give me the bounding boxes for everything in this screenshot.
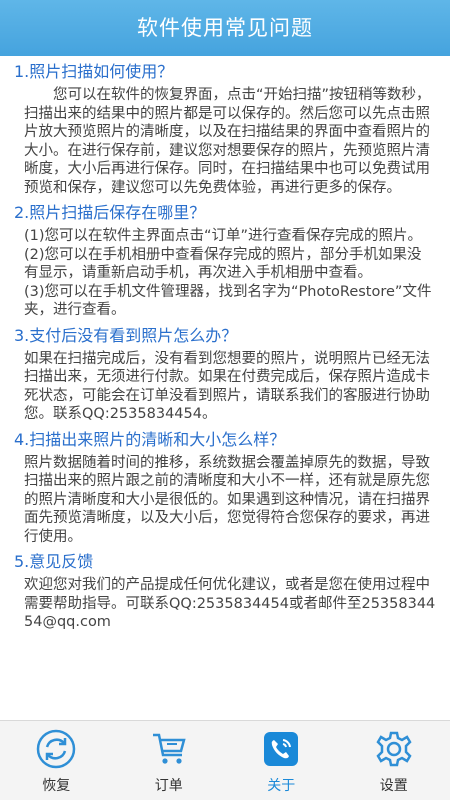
faq-question: 2.照片扫描后保存在哪里？	[14, 203, 206, 222]
phone-icon	[259, 729, 303, 769]
faq-content[interactable]: 1.照片扫描如何使用？ 您可以在软件的恢复界面，点击“开始扫描”按钮稍等数秒，扫…	[0, 56, 450, 720]
cart-icon	[147, 729, 191, 769]
tab-label: 关于	[267, 778, 296, 794]
faq-question: 4.扫描出来照片的清晰和大小怎么样？	[14, 429, 286, 449]
faq-answer: 您可以在软件的恢复界面，点击“开始扫描”按钮稍等数秒，扫描出来的结果中的照片都是…	[24, 86, 436, 197]
answer-paragraph: 您可以在软件的恢复界面，点击“开始扫描”按钮稍等数秒，扫描出来的结果中的照片都是…	[24, 87, 431, 196]
refresh-icon	[34, 729, 78, 769]
tab-label: 设置	[379, 778, 408, 794]
tab-about[interactable]: 关于	[225, 721, 338, 800]
tab-label: 订单	[154, 778, 183, 794]
faq-item-5: 5.意见反馈 欢迎您对我们的产品提成任何优化建议，或者是您在使用过程中需要帮助指…	[14, 552, 436, 632]
faq-answer: 如果在扫描完成后，没有看到您想要的照片，说明照片已经无法扫描出来，无须进行付款。…	[24, 350, 436, 424]
faq-answer: 欢迎您对我们的产品提成任何优化建议，或者是您在使用过程中需要帮助指导。可联系QQ…	[24, 576, 436, 632]
page-title: 软件使用常见问题	[137, 16, 313, 40]
tab-label: 恢复	[42, 778, 71, 794]
answer-paragraph: (2)您可以在手机相册中查看保存完成的照片，部分手机如果没有显示，请重新启动手机…	[24, 246, 422, 282]
answer-paragraph: (3)您可以在手机文件管理器，找到名字为“PhotoRestore”文件夹，进行…	[24, 283, 432, 319]
answer-paragraph: (1)您可以在软件主界面点击“订单”进行查看保存完成的照片。	[24, 228, 423, 244]
faq-question: 3.支付后没有看到照片怎么办？	[14, 325, 238, 345]
answer-paragraph: 照片数据随着时间的推移，系统数据会覆盖掉原先的数据，导致扫描出来的照片跟之前的清…	[24, 454, 430, 545]
faq-item-2: 2.照片扫描后保存在哪里？ (1)您可以在软件主界面点击“订单”进行查看保存完成…	[14, 203, 436, 320]
gear-icon	[372, 729, 416, 769]
faq-item-1: 1.照片扫描如何使用？ 您可以在软件的恢复界面，点击“开始扫描”按钮稍等数秒，扫…	[14, 62, 436, 197]
tab-settings[interactable]: 设置	[338, 721, 450, 800]
bottom-tab-bar: 恢复 订单 关于 设置	[0, 720, 450, 800]
faq-item-4: 4.扫描出来照片的清晰和大小怎么样？ 照片数据随着时间的推移，系统数据会覆盖掉原…	[14, 430, 436, 547]
tab-recover[interactable]: 恢复	[0, 721, 113, 800]
faq-answer: (1)您可以在软件主界面点击“订单”进行查看保存完成的照片。 (2)您可以在手机…	[24, 227, 436, 320]
tab-orders[interactable]: 订单	[113, 721, 226, 800]
page-header: 软件使用常见问题	[0, 0, 450, 56]
faq-question: 5.意见反馈	[14, 552, 94, 571]
faq-answer: 照片数据随着时间的推移，系统数据会覆盖掉原先的数据，导致扫描出来的照片跟之前的清…	[24, 454, 436, 547]
faq-question: 1.照片扫描如何使用？	[14, 62, 174, 81]
faq-item-3: 3.支付后没有看到照片怎么办？ 如果在扫描完成后，没有看到您想要的照片，说明照片…	[14, 326, 436, 424]
answer-paragraph: 欢迎您对我们的产品提成任何优化建议，或者是您在使用过程中需要帮助指导。可联系QQ…	[24, 577, 436, 630]
answer-paragraph: 如果在扫描完成后，没有看到您想要的照片，说明照片已经无法扫描出来，无须进行付款。…	[24, 350, 430, 423]
